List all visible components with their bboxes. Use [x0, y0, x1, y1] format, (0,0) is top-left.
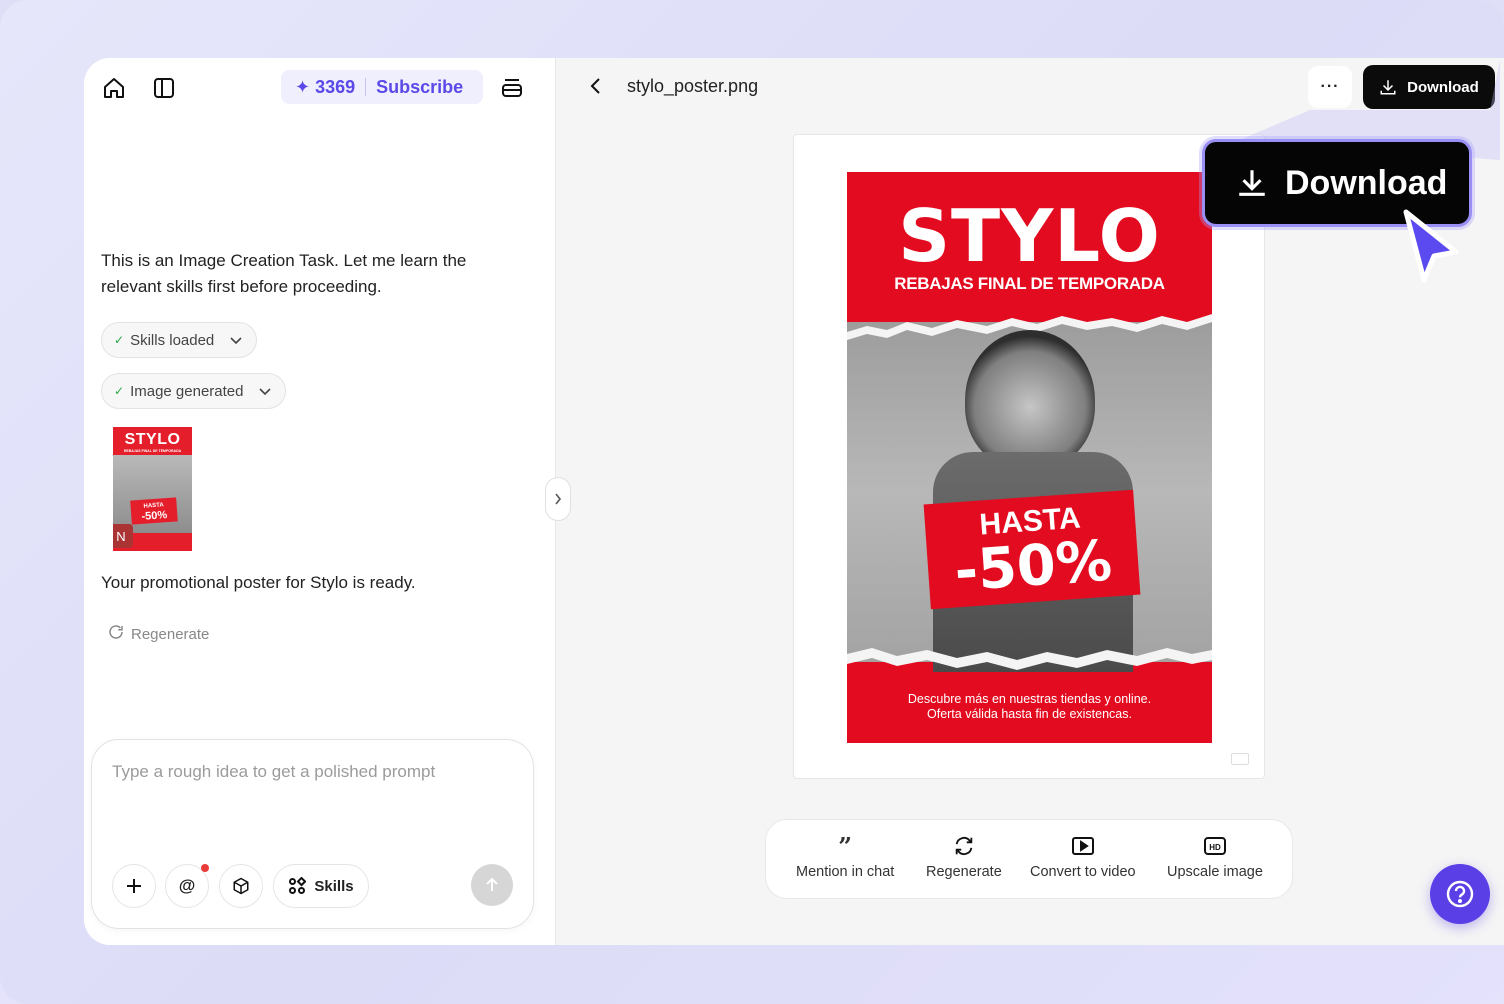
image-generated-pill[interactable]: ✓ Image generated — [101, 373, 287, 409]
prompt-composer[interactable]: Type a rough idea to get a polished prom… — [91, 739, 534, 929]
assistant-message: This is an Image Creation Task. Let me l… — [101, 251, 467, 296]
panel-collapse-handle[interactable] — [545, 477, 571, 521]
convert-to-video-button[interactable]: Convert to video — [1030, 834, 1136, 880]
download-icon — [1239, 170, 1265, 196]
thumbnail-badge-value: -50% — [141, 509, 168, 523]
chevron-down-icon — [259, 383, 272, 400]
chat-panel: ✦ 3369 Subscribe This is an Image Creati… — [84, 58, 556, 945]
play-box-icon — [1071, 834, 1094, 858]
grid-icon — [289, 877, 307, 894]
image-preview-card: STYLO REBAJAS FINAL DE TEMPORADA HASTA -… — [793, 134, 1265, 779]
back-button[interactable] — [584, 74, 608, 103]
credit-count: 3369 — [315, 76, 356, 97]
cube-icon — [233, 877, 249, 895]
pill-label: Skills loaded — [130, 331, 215, 349]
file-name: stylo_poster.png — [627, 76, 759, 96]
thumbnail-badge: HASTA -50% — [130, 497, 178, 525]
avatar: N — [113, 524, 133, 548]
question-icon — [1446, 880, 1474, 908]
chevron-left-icon — [590, 78, 600, 94]
chevron-right-icon — [555, 493, 562, 505]
at-icon: @ — [178, 876, 196, 895]
subscribe-button[interactable]: Subscribe — [376, 77, 463, 98]
refresh-icon — [953, 834, 975, 858]
prompt-input[interactable]: Type a rough idea to get a polished prom… — [112, 762, 435, 782]
ai-watermark-icon — [1231, 753, 1249, 765]
thumbnail-title: STYLO — [124, 431, 181, 448]
add-button[interactable] — [112, 864, 156, 908]
torn-edge-bottom — [847, 648, 1212, 670]
home-icon[interactable] — [100, 74, 128, 102]
arrow-up-icon — [486, 877, 498, 891]
skills-loaded-pill[interactable]: ✓ Skills loaded — [101, 322, 258, 358]
quote-icon: ” — [838, 831, 853, 861]
poster-footer-line1: Descubre más en nuestras tiendas y onlin… — [907, 692, 1152, 706]
model-button[interactable] — [219, 864, 263, 908]
send-button[interactable] — [471, 864, 513, 906]
thumbnail-subtitle: REBAJAS FINAL DE TEMPORADA — [123, 449, 182, 453]
pill-label: Image generated — [130, 382, 244, 400]
divider — [365, 78, 367, 96]
notification-dot — [201, 864, 209, 872]
poster-footer-line2: Oferta válida hasta fin de existencas. — [927, 707, 1132, 721]
mouse-cursor-icon — [1403, 209, 1459, 283]
chevron-down-icon — [230, 332, 242, 349]
help-button[interactable] — [1430, 864, 1490, 924]
action-label: Upscale image — [1167, 864, 1263, 880]
action-label: Regenerate — [926, 864, 1002, 880]
check-icon: ✓ — [114, 333, 125, 347]
chat-topbar: ✦ 3369 Subscribe — [84, 58, 556, 118]
check-icon: ✓ — [114, 384, 125, 398]
skills-button[interactable]: Skills — [273, 864, 369, 908]
svg-text:HD: HD — [1209, 843, 1221, 852]
image-action-bar: ” Mention in chat Regenerate Convert to … — [765, 819, 1293, 899]
poster-badge-value: -50% — [952, 528, 1114, 605]
poster-image: STYLO REBAJAS FINAL DE TEMPORADA HASTA -… — [847, 172, 1212, 743]
regenerate-button[interactable]: Regenerate — [107, 623, 209, 645]
sparkle-icon: ✦ — [295, 76, 311, 97]
upscale-image-button[interactable]: HD Upscale image — [1167, 834, 1263, 880]
poster-footer: Descubre más en nuestras tiendas y onlin… — [847, 692, 1212, 722]
regenerate-label: Regenerate — [131, 625, 210, 643]
skills-label: Skills — [314, 877, 354, 895]
poster-thumbnail[interactable]: STYLO REBAJAS FINAL DE TEMPORADA HASTA -… — [113, 427, 192, 551]
hd-icon: HD — [1203, 834, 1226, 858]
mention-in-chat-button[interactable]: ” Mention in chat — [796, 831, 895, 881]
poster-girl-head — [965, 330, 1095, 470]
app-frame: ✦ 3369 Subscribe This is an Image Creati… — [0, 0, 1504, 1004]
poster-subtitle: REBAJAS FINAL DE TEMPORADA — [894, 274, 1165, 293]
sidebar-toggle-icon[interactable] — [150, 74, 178, 102]
credits-subscribe-bar[interactable]: ✦ 3369 Subscribe — [281, 70, 483, 104]
refresh-icon — [107, 623, 125, 645]
ready-message: Your promotional poster for Stylo is rea… — [101, 573, 416, 592]
callout-label: Download — [1285, 163, 1448, 202]
action-label: Mention in chat — [796, 864, 895, 880]
layers-icon[interactable] — [498, 74, 526, 102]
action-label: Convert to video — [1030, 864, 1136, 880]
regenerate-image-button[interactable]: Regenerate — [926, 834, 1002, 880]
poster-title: STYLO — [898, 194, 1161, 278]
poster-discount-badge: HASTA -50% — [923, 489, 1141, 610]
